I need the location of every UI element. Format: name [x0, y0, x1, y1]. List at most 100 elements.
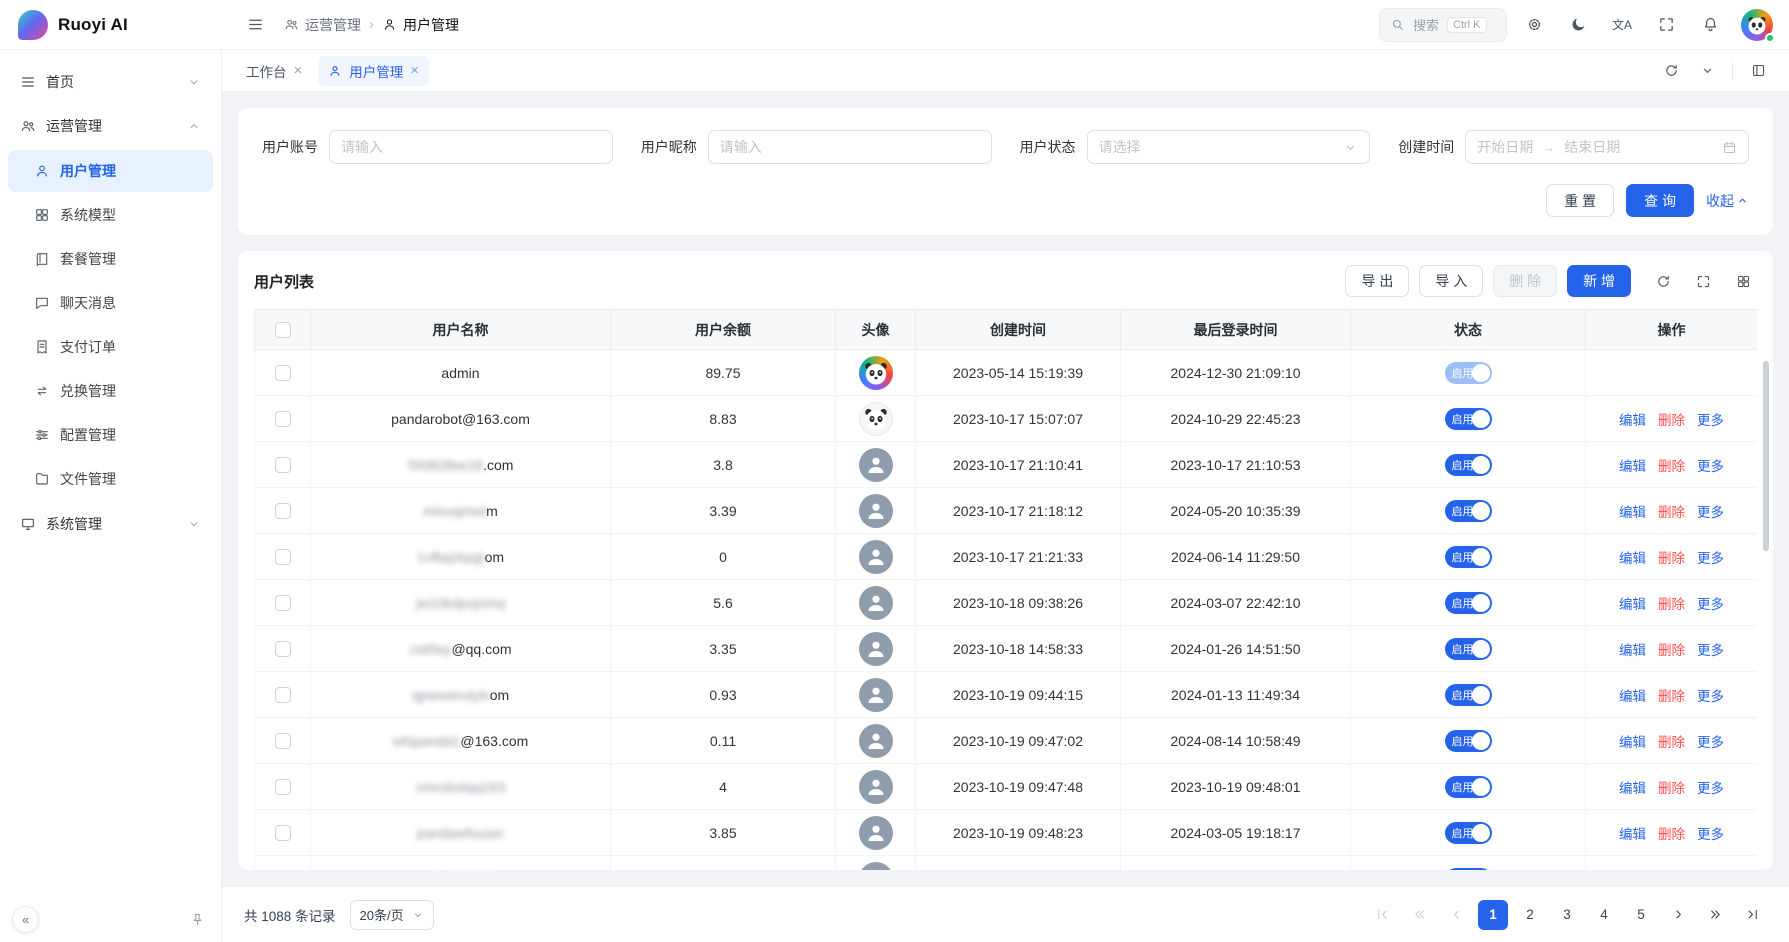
status-toggle[interactable]: 启用 — [1445, 822, 1492, 844]
account-input[interactable] — [329, 130, 613, 164]
status-toggle[interactable]: 启用 — [1445, 500, 1492, 522]
fast-next-button[interactable] — [1700, 900, 1730, 930]
refresh-tab-button[interactable] — [1654, 54, 1688, 88]
row-checkbox[interactable] — [275, 549, 291, 565]
edit-link[interactable]: 编辑 — [1619, 551, 1646, 566]
more-link[interactable]: 更多 — [1697, 643, 1724, 658]
edit-link[interactable]: 编辑 — [1619, 459, 1646, 474]
sidebar-item-payment-orders[interactable]: 支付订单 — [8, 326, 213, 368]
user-avatar-menu[interactable] — [1741, 9, 1773, 41]
delete-link[interactable]: 删除 — [1658, 597, 1685, 612]
edit-link[interactable]: 编辑 — [1619, 597, 1646, 612]
select-all-checkbox[interactable] — [275, 322, 291, 338]
edit-link[interactable]: 编辑 — [1619, 689, 1646, 704]
more-link[interactable]: 更多 — [1697, 827, 1724, 842]
status-toggle[interactable]: 启用 — [1445, 454, 1492, 476]
sidebar-item-chat-messages[interactable]: 聊天消息 — [8, 282, 213, 324]
edit-link[interactable]: 编辑 — [1619, 413, 1646, 428]
tab-user-management[interactable]: 用户管理 × — [318, 56, 429, 86]
more-link[interactable]: 更多 — [1697, 459, 1724, 474]
page-button-1[interactable]: 1 — [1478, 900, 1508, 930]
global-search[interactable]: 搜索 Ctrl K — [1379, 8, 1507, 42]
refresh-list-button[interactable] — [1649, 267, 1677, 295]
sidebar-group-system-management[interactable]: 系统管理 — [8, 502, 213, 546]
sidebar-item-config-management[interactable]: 配置管理 — [8, 414, 213, 456]
menu-toggle-button[interactable] — [238, 8, 272, 42]
prev-page-button[interactable] — [1441, 900, 1471, 930]
status-toggle[interactable]: 启用 — [1445, 362, 1492, 384]
reset-button[interactable]: 重 置 — [1546, 184, 1614, 217]
breadcrumb-operations[interactable]: 运营管理 — [284, 15, 361, 35]
import-button[interactable]: 导 入 — [1419, 265, 1483, 297]
delete-link[interactable]: 删除 — [1658, 781, 1685, 796]
sidebar-item-system-model[interactable]: 系统模型 — [8, 194, 213, 236]
sidebar-group-home[interactable]: 首页 — [8, 60, 213, 104]
next-page-button[interactable] — [1663, 900, 1693, 930]
sidebar-item-package-management[interactable]: 套餐管理 — [8, 238, 213, 280]
sidebar-group-operations[interactable]: 运营管理 — [8, 104, 213, 148]
delete-link[interactable]: 删除 — [1658, 827, 1685, 842]
add-button[interactable]: 新 增 — [1567, 265, 1631, 297]
notifications-button[interactable] — [1693, 8, 1727, 42]
nickname-input[interactable] — [708, 130, 992, 164]
status-toggle[interactable]: 启用 — [1445, 776, 1492, 798]
tab-workbench[interactable]: 工作台 × — [236, 56, 312, 86]
row-checkbox[interactable] — [275, 779, 291, 795]
edit-link[interactable]: 编辑 — [1619, 505, 1646, 520]
more-link[interactable]: 更多 — [1697, 413, 1724, 428]
row-checkbox[interactable] — [275, 457, 291, 473]
page-size-select[interactable]: 20条/页 — [350, 900, 434, 930]
tab-options-button[interactable] — [1690, 54, 1724, 88]
sidebar-collapse-button[interactable]: « — [12, 906, 39, 933]
row-checkbox[interactable] — [275, 825, 291, 841]
edit-link[interactable]: 编辑 — [1619, 735, 1646, 750]
row-checkbox[interactable] — [275, 411, 291, 427]
more-link[interactable]: 更多 — [1697, 505, 1724, 520]
fast-prev-button[interactable] — [1404, 900, 1434, 930]
more-link[interactable]: 更多 — [1697, 597, 1724, 612]
collapse-filter-link[interactable]: 收起 — [1706, 191, 1749, 211]
close-icon[interactable]: × — [294, 63, 303, 78]
row-checkbox[interactable] — [275, 733, 291, 749]
delete-link[interactable]: 删除 — [1658, 505, 1685, 520]
status-toggle[interactable]: 启用 — [1445, 408, 1492, 430]
edit-link[interactable]: 编辑 — [1619, 781, 1646, 796]
content-fullscreen-button[interactable] — [1741, 54, 1775, 88]
delete-link[interactable]: 删除 — [1658, 735, 1685, 750]
page-button-3[interactable]: 3 — [1552, 900, 1582, 930]
fullscreen-button[interactable] — [1649, 8, 1683, 42]
status-toggle[interactable]: 启用 — [1445, 684, 1492, 706]
page-button-4[interactable]: 4 — [1589, 900, 1619, 930]
theme-toggle-button[interactable] — [1561, 8, 1595, 42]
delete-button[interactable]: 删 除 — [1493, 265, 1557, 297]
search-button[interactable]: 查 询 — [1626, 184, 1694, 217]
edit-link[interactable]: 编辑 — [1619, 827, 1646, 842]
delete-link[interactable]: 删除 — [1658, 459, 1685, 474]
more-link[interactable]: 更多 — [1697, 735, 1724, 750]
row-checkbox[interactable] — [275, 365, 291, 381]
created-date-range[interactable]: 开始日期 → 结束日期 — [1465, 130, 1749, 164]
status-select[interactable]: 请选择 — [1087, 130, 1371, 164]
row-checkbox[interactable] — [275, 641, 291, 657]
page-button-2[interactable]: 2 — [1515, 900, 1545, 930]
delete-link[interactable]: 删除 — [1658, 551, 1685, 566]
table-fullscreen-button[interactable] — [1689, 267, 1717, 295]
language-button[interactable]: 文A — [1605, 8, 1639, 42]
delete-link[interactable]: 删除 — [1658, 643, 1685, 658]
page-button-5[interactable]: 5 — [1626, 900, 1656, 930]
status-toggle[interactable]: 启用 — [1445, 638, 1492, 660]
column-settings-button[interactable] — [1729, 267, 1757, 295]
more-link[interactable]: 更多 — [1697, 689, 1724, 704]
status-toggle[interactable]: 启用 — [1445, 592, 1492, 614]
last-page-button[interactable] — [1737, 900, 1767, 930]
row-checkbox[interactable] — [275, 503, 291, 519]
pin-sidebar-button[interactable] — [185, 907, 209, 931]
sidebar-item-user-management[interactable]: 用户管理 — [8, 150, 213, 192]
export-button[interactable]: 导 出 — [1345, 265, 1409, 297]
edit-link[interactable]: 编辑 — [1619, 643, 1646, 658]
app-logo[interactable]: Ruoyi AI — [0, 0, 222, 49]
more-link[interactable]: 更多 — [1697, 781, 1724, 796]
status-toggle[interactable]: 启用 — [1445, 868, 1492, 871]
row-checkbox[interactable] — [275, 595, 291, 611]
first-page-button[interactable] — [1367, 900, 1397, 930]
